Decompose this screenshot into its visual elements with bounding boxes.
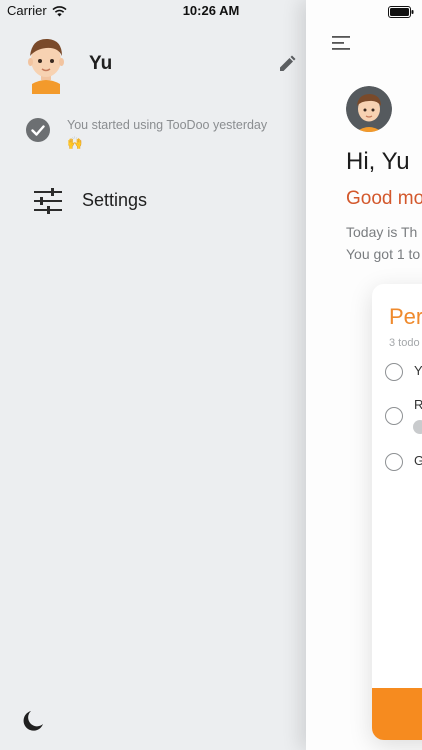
settings-menu-item[interactable]: Settings xyxy=(34,186,274,216)
today-date-text: Today is Th xyxy=(346,224,418,240)
hamburger-menu-icon[interactable] xyxy=(332,36,352,50)
settings-label: Settings xyxy=(82,190,148,210)
main-panel[interactable]: Hi, Yu Good mo Today is Th You got 1 to … xyxy=(306,0,422,750)
moon-icon[interactable] xyxy=(21,709,45,733)
status-bar: Carrier 10:26 AM xyxy=(0,0,422,22)
task-label: Y xyxy=(414,363,422,378)
avatar[interactable] xyxy=(346,86,392,132)
hands-emoji: 🙌 xyxy=(67,136,83,150)
task-checkbox[interactable] xyxy=(385,453,403,471)
check-circle-icon xyxy=(26,118,50,142)
task-item[interactable]: R xyxy=(385,394,422,425)
clock-icon xyxy=(413,420,422,434)
card-title: Per xyxy=(389,304,422,329)
task-checkbox[interactable] xyxy=(385,363,403,381)
task-label: R xyxy=(414,397,422,412)
username: Yu xyxy=(89,53,113,74)
battery-icon xyxy=(388,5,414,23)
task-item[interactable]: G xyxy=(385,450,422,474)
sliders-icon xyxy=(34,188,62,214)
good-morning-text: Good mo xyxy=(346,188,422,209)
add-todo-button[interactable] xyxy=(372,688,422,740)
usage-started-text: You started using TooDoo yesterday 🙌 xyxy=(67,116,289,152)
todo-count: 3 todo xyxy=(389,337,420,349)
status-time: 10:26 AM xyxy=(182,3,240,18)
pencil-icon[interactable] xyxy=(278,55,296,73)
greeting-heading: Hi, Yu xyxy=(346,148,410,175)
task-checkbox[interactable] xyxy=(385,407,403,425)
screen: Yu You started using TooDoo yesterday 🙌 xyxy=(0,0,422,750)
side-drawer: Yu You started using TooDoo yesterday 🙌 xyxy=(0,0,306,750)
task-label: G xyxy=(414,453,422,468)
todo-summary-text: You got 1 to xyxy=(346,246,421,262)
usage-started-label: You started using TooDoo yesterday xyxy=(67,118,268,132)
todo-list-card[interactable]: Per 3 todo Y R G xyxy=(372,284,422,740)
task-item[interactable]: Y xyxy=(385,360,422,384)
avatar[interactable] xyxy=(22,34,70,94)
